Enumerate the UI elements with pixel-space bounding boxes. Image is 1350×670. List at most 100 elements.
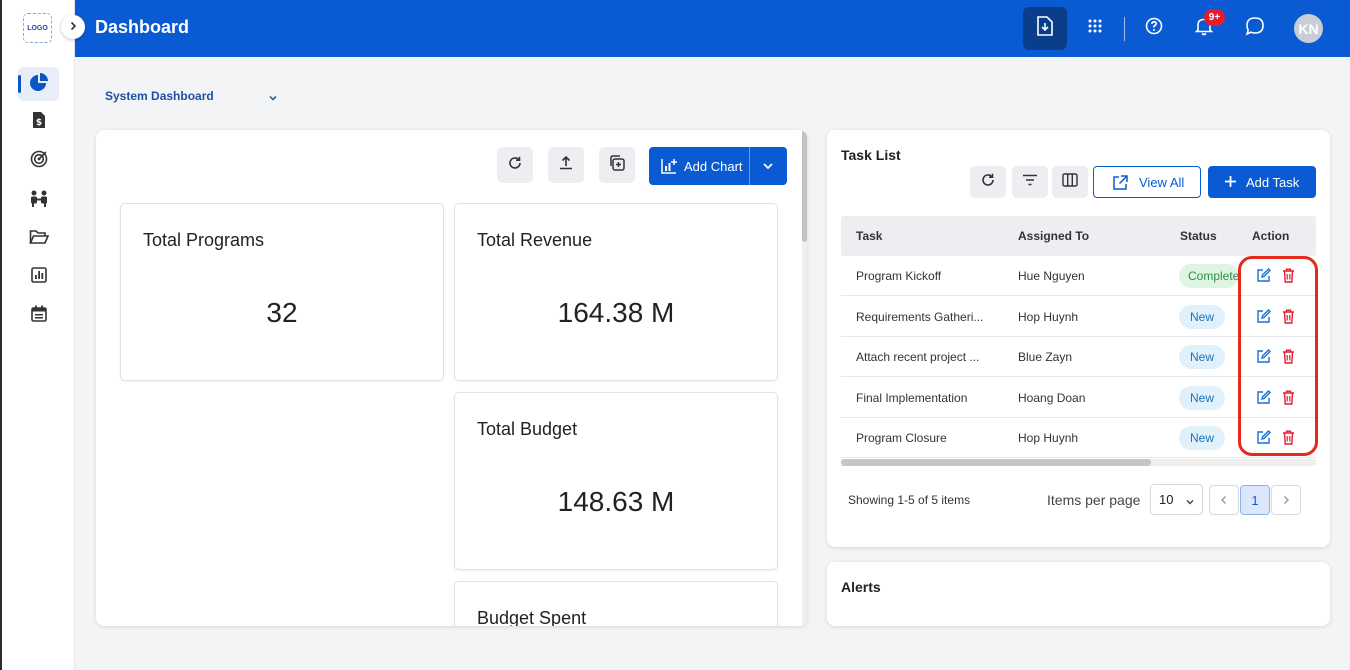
import-icon xyxy=(1036,16,1054,41)
help-button[interactable] xyxy=(1132,7,1176,50)
alerts-title: Alerts xyxy=(841,579,881,595)
add-chart-button[interactable]: Add Chart xyxy=(649,147,787,185)
duplicate-button[interactable] xyxy=(599,147,635,183)
sidebar-toggle-button[interactable] xyxy=(61,15,85,39)
stat-card-title: Budget Spent xyxy=(477,608,587,626)
target-icon xyxy=(30,150,48,173)
folder-open-icon xyxy=(28,229,49,250)
assigned-to: Hoang Doan xyxy=(1018,391,1086,405)
apps-button[interactable] xyxy=(1073,7,1117,50)
dollar-document-icon: $ xyxy=(32,111,46,134)
dashboard-select[interactable]: System Dashboard xyxy=(105,89,214,103)
pagination-summary: Showing 1-5 of 5 items xyxy=(848,493,971,507)
upload-icon xyxy=(559,155,573,175)
top-header: Dashboard 9+ KN xyxy=(75,0,1350,57)
refresh-icon xyxy=(981,173,995,192)
status-badge: New xyxy=(1179,345,1226,369)
help-icon xyxy=(1145,17,1163,40)
sidebar-item-team[interactable] xyxy=(18,183,59,217)
sidebar-item-goals[interactable] xyxy=(18,144,59,178)
people-icon xyxy=(29,189,49,212)
chat-button[interactable] xyxy=(1233,7,1277,50)
task-name: Program Kickoff xyxy=(856,269,942,283)
items-per-page-label: Items per page xyxy=(1047,492,1141,508)
add-chart-label: Add Chart xyxy=(684,158,743,174)
add-chart-icon xyxy=(661,158,677,177)
column-header[interactable]: Task xyxy=(856,229,882,243)
status-badge: Completed xyxy=(1179,264,1239,288)
task-name: Attach recent project ... xyxy=(856,350,980,364)
stat-card: Total Budget 148.63 M xyxy=(454,392,778,570)
bar-chart-icon xyxy=(30,266,47,288)
columns-icon xyxy=(1062,172,1078,192)
column-header[interactable]: Assigned To xyxy=(1018,229,1089,243)
task-name: Requirements Gatheri... xyxy=(856,310,984,324)
assigned-to: Hue Nguyen xyxy=(1018,269,1085,283)
refresh-tasks-button[interactable] xyxy=(970,166,1006,198)
plus-icon xyxy=(1224,175,1237,191)
task-name: Program Closure xyxy=(856,431,947,445)
add-task-label: Add Task xyxy=(1246,174,1300,190)
column-header[interactable]: Action xyxy=(1252,229,1289,243)
task-name: Final Implementation xyxy=(856,391,968,405)
copy-add-icon xyxy=(609,154,625,176)
items-per-page-value: 10 xyxy=(1159,492,1174,507)
assigned-to: Blue Zayn xyxy=(1018,350,1073,364)
chevron-down-icon[interactable] xyxy=(761,159,775,176)
sidebar-item-reports[interactable] xyxy=(18,260,59,294)
sidebar-item-calendar[interactable] xyxy=(18,299,59,333)
chevron-down-icon[interactable] xyxy=(268,90,278,108)
prev-page-button[interactable] xyxy=(1209,485,1239,515)
sidebar-item-finance[interactable]: $ xyxy=(18,105,59,139)
vertical-scrollbar[interactable] xyxy=(802,130,807,626)
import-button[interactable] xyxy=(1023,7,1067,50)
task-table-header: Task Assigned To Status Action xyxy=(841,216,1316,256)
filter-button[interactable] xyxy=(1012,166,1048,198)
chevron-down-icon xyxy=(1185,495,1195,510)
user-avatar[interactable]: KN xyxy=(1294,14,1323,43)
horizontal-scrollbar[interactable] xyxy=(841,459,1316,466)
stat-card: Budget Spent xyxy=(454,581,778,626)
page-button[interactable]: 1 xyxy=(1240,485,1270,515)
charts-panel: Add Chart Total Programs 32 Total Revenu… xyxy=(96,130,807,626)
notification-badge: 9+ xyxy=(1204,9,1225,26)
stat-card-title: Total Budget xyxy=(477,419,578,439)
items-per-page-select[interactable]: 10 xyxy=(1150,484,1203,515)
next-page-button[interactable] xyxy=(1271,485,1301,515)
assigned-to: Hop Huynh xyxy=(1018,310,1079,324)
page-title: Dashboard xyxy=(95,17,190,37)
apps-grid-icon xyxy=(1087,18,1103,39)
sidebar: LOGO $ xyxy=(0,0,75,670)
header-divider xyxy=(1124,17,1125,41)
calendar-icon xyxy=(30,305,47,327)
view-all-button[interactable]: View All xyxy=(1093,166,1201,198)
sidebar-item-folders[interactable] xyxy=(18,222,59,256)
app-logo[interactable]: LOGO xyxy=(23,13,52,43)
stat-card: Total Revenue 164.38 M xyxy=(454,203,778,381)
action-highlight-box xyxy=(1238,256,1318,456)
external-link-icon xyxy=(1112,175,1128,194)
stat-card-title: Total Revenue xyxy=(477,230,593,250)
columns-button[interactable] xyxy=(1052,166,1088,198)
sidebar-item-dashboard[interactable] xyxy=(18,67,59,101)
pie-chart-icon xyxy=(29,72,49,96)
status-badge: New xyxy=(1179,426,1226,450)
assigned-to: Hop Huynh xyxy=(1018,431,1079,445)
view-all-label: View All xyxy=(1139,174,1185,190)
chevron-left-icon xyxy=(1219,493,1229,508)
scrollbar-thumb[interactable] xyxy=(841,459,1151,466)
add-task-button[interactable]: Add Task xyxy=(1208,166,1316,198)
chat-icon xyxy=(1245,16,1265,41)
button-separator xyxy=(749,147,750,185)
refresh-charts-button[interactable] xyxy=(497,147,533,183)
refresh-icon xyxy=(508,156,522,175)
export-button[interactable] xyxy=(548,147,584,183)
window-edge xyxy=(0,0,2,670)
stat-card-value: 164.38 M xyxy=(557,297,675,328)
scrollbar-thumb[interactable] xyxy=(802,130,807,242)
status-badge: New xyxy=(1179,305,1226,329)
stat-card-title: Total Programs xyxy=(143,230,265,250)
column-header[interactable]: Status xyxy=(1180,229,1217,243)
svg-text:$: $ xyxy=(35,118,41,128)
alerts-panel: Alerts xyxy=(827,562,1330,626)
